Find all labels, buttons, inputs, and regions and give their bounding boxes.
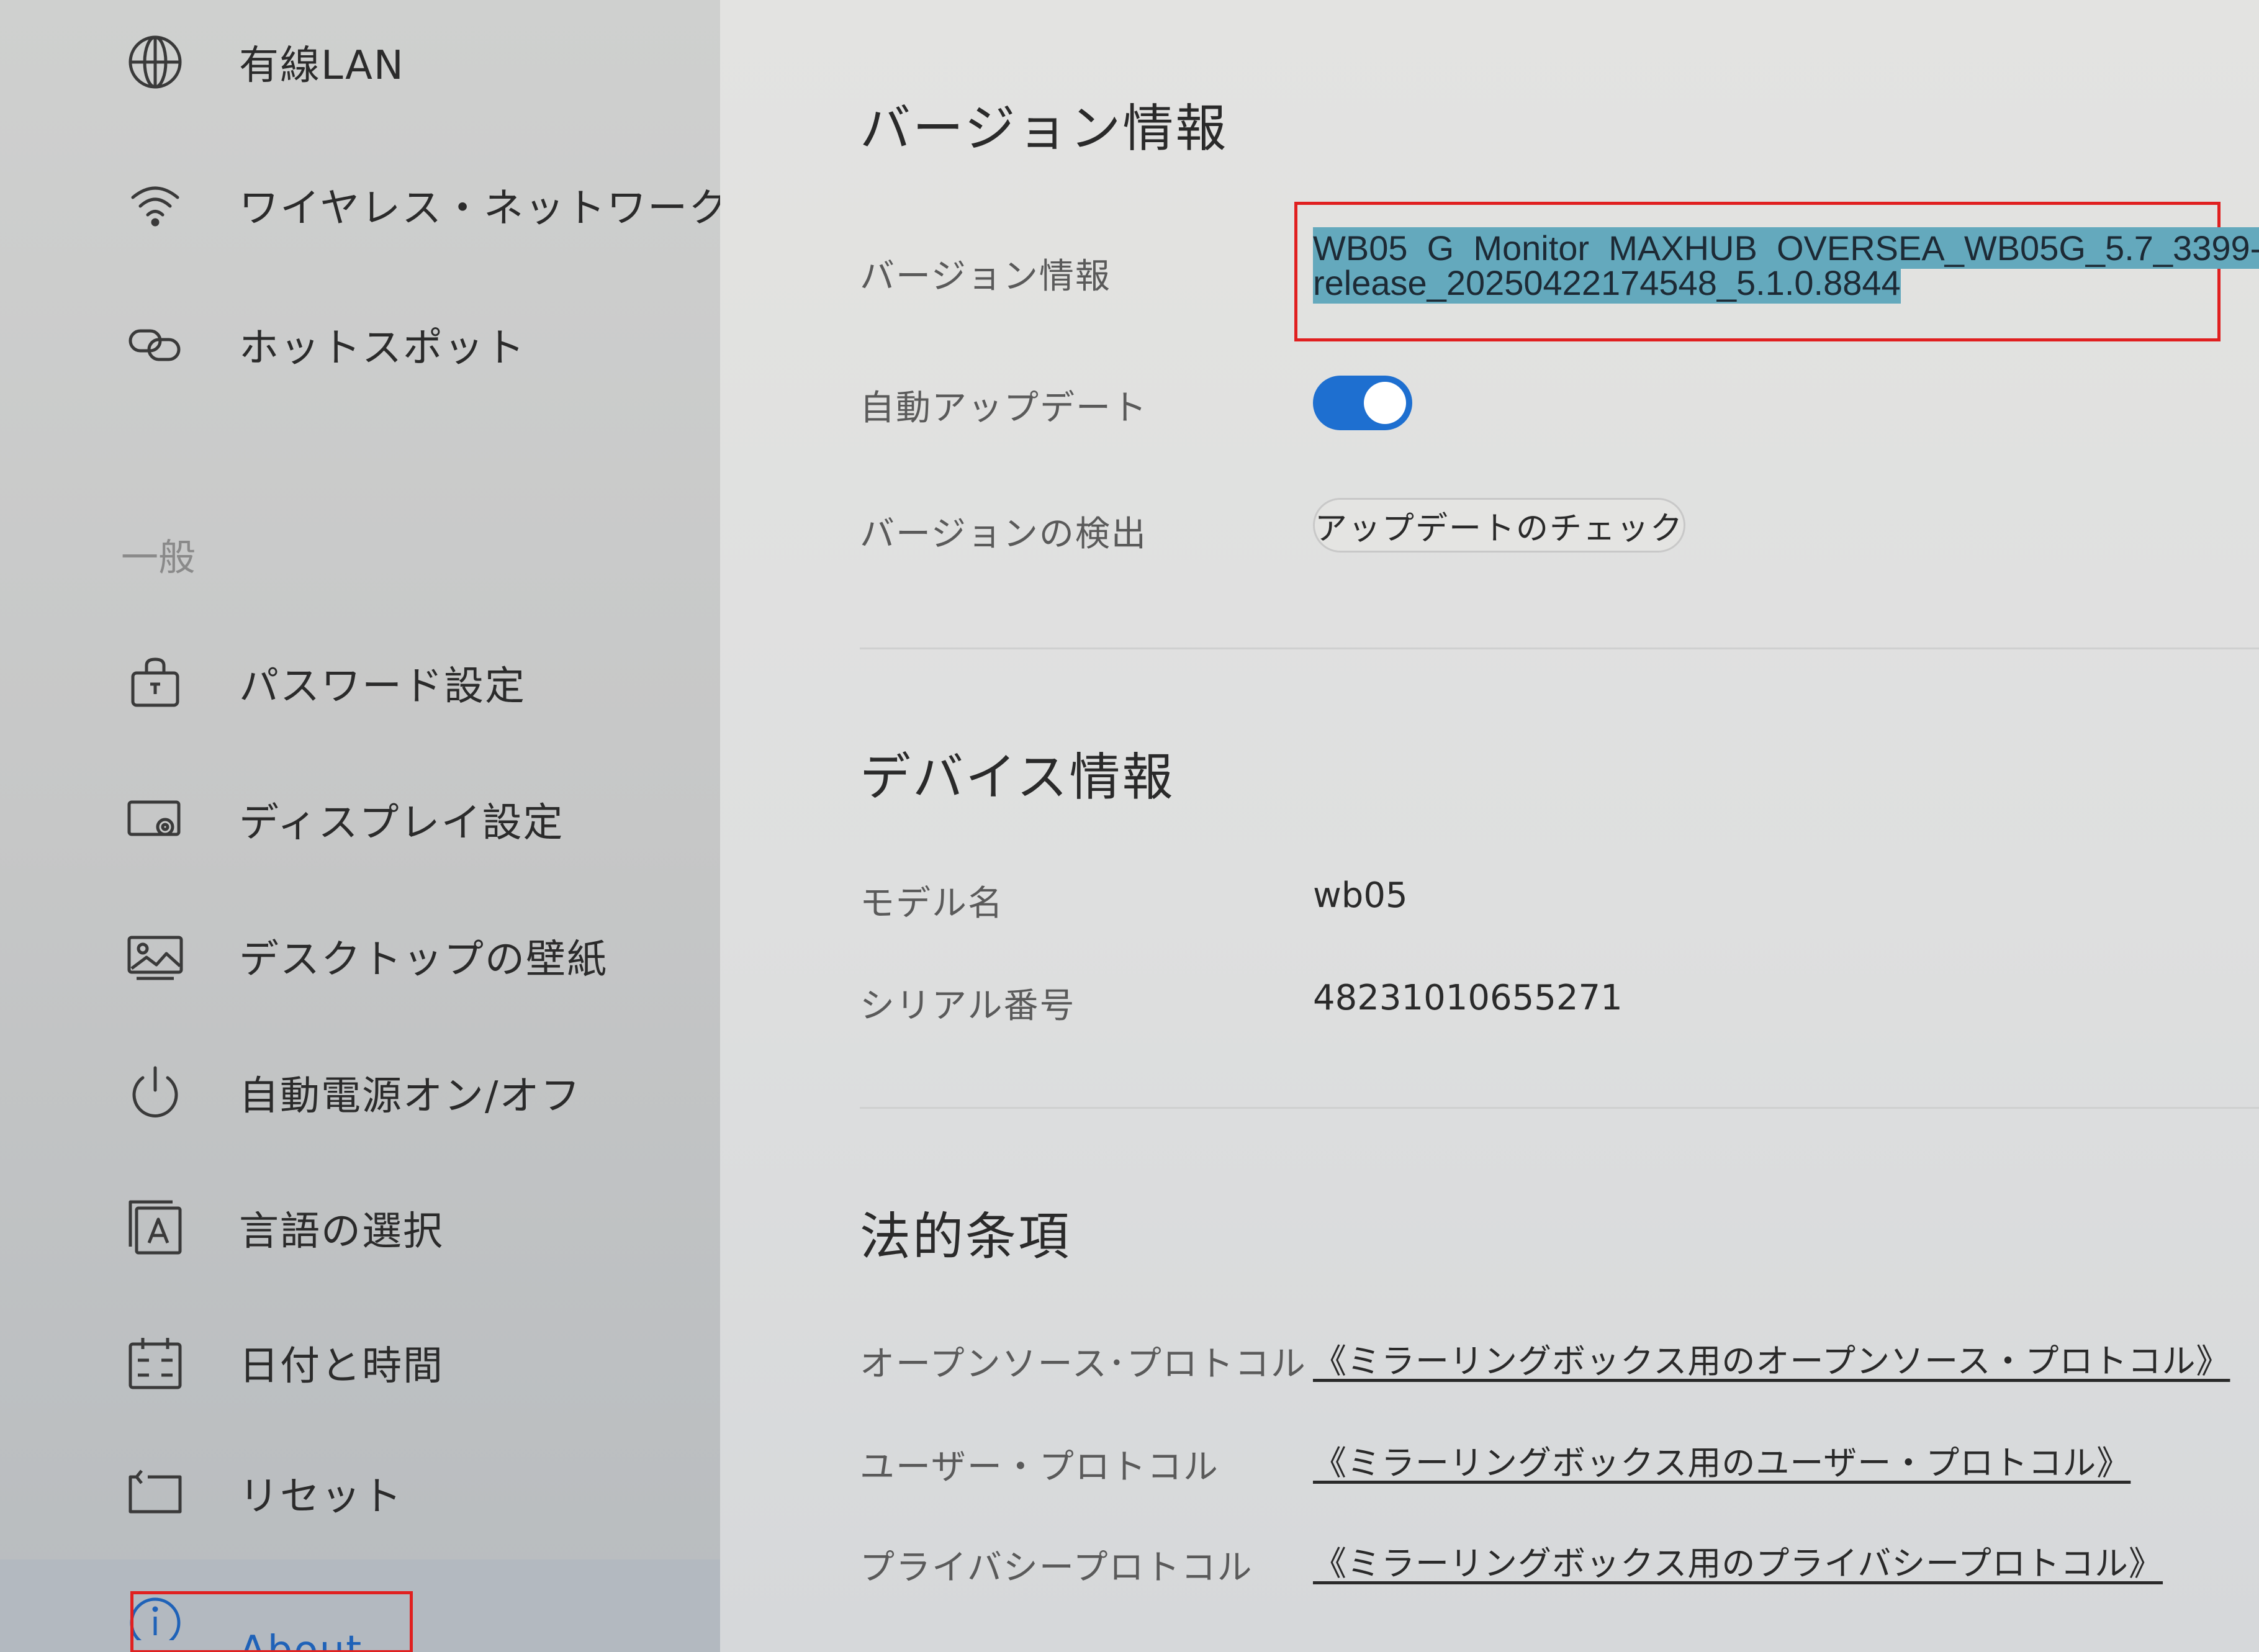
annotation-box-about [130, 1591, 413, 1652]
sidebar-item-label: 言語の選択 [239, 1209, 444, 1255]
version-label: バージョン情報 [860, 256, 1111, 297]
sidebar-item-date-time[interactable]: 日付と時間 [124, 1307, 720, 1419]
sidebar-item-wireless-network[interactable]: ワイヤレス・ネットワーク [124, 149, 728, 261]
sidebar-item-wired-lan[interactable]: 有線LAN [124, 6, 720, 118]
sidebar-item-label: リセット [239, 1474, 403, 1520]
model-value: wb05 [1313, 875, 1408, 916]
globe-icon [124, 31, 186, 93]
sidebar: 有線LAN ワイヤレス・ネットワーク ホットスポット 一般 パスワード設定 ディ… [0, 0, 728, 1652]
section-title-version: バージョン情報 [860, 99, 1229, 158]
section-title-legal: 法的条項 [860, 1207, 1071, 1266]
language-icon [124, 1197, 186, 1259]
wallpaper-icon [124, 925, 186, 987]
sidebar-item-display[interactable]: ディスプレイ設定 [124, 764, 720, 875]
user-protocol-link[interactable]: 《ミラーリングボックス用のユーザー・プロトコル》 [1313, 1435, 2130, 1484]
privacy-protocol-label: プライバシープロトコル [860, 1548, 1253, 1588]
lock-icon [124, 652, 186, 714]
user-protocol-label: ユーザー・プロトコル [860, 1447, 1219, 1487]
section-label-general: 一般 [121, 536, 196, 580]
open-source-label: オープンソース･プロトコル [860, 1344, 1307, 1384]
sidebar-item-label: ワイヤレス・ネットワーク [239, 186, 730, 232]
sidebar-item-auto-power[interactable]: 自動電源オン/オフ [124, 1037, 720, 1149]
version-value[interactable]: WB05_G_Monitor_MAXHUB_OVERSEA_WB05G_5.7_… [1313, 227, 2259, 304]
sidebar-item-reset[interactable]: リセット [124, 1437, 720, 1549]
privacy-protocol-link[interactable]: 《ミラーリングボックス用のプライバシープロトコル》 [1313, 1536, 2163, 1585]
display-settings-icon [124, 788, 186, 851]
sidebar-item-wallpaper[interactable]: デスクトップの壁紙 [124, 900, 720, 1012]
open-source-link[interactable]: 《ミラーリングボックス用のオープンソース・プロトコル》 [1313, 1334, 2230, 1383]
divider [860, 1107, 2259, 1109]
divider [860, 648, 2259, 649]
hotspot-icon [124, 314, 186, 376]
version-detect-label: バージョンの検出 [860, 514, 1147, 554]
check-update-button[interactable]: アップデートのチェック [1313, 498, 1685, 553]
sidebar-item-label: ホットスポット [239, 325, 526, 371]
sidebar-item-hotspot[interactable]: ホットスポット [124, 289, 720, 400]
power-icon [124, 1062, 186, 1124]
calendar-icon [124, 1332, 186, 1394]
sidebar-item-label: デスクトップの壁紙 [239, 937, 608, 983]
sidebar-item-password[interactable]: パスワード設定 [124, 627, 720, 739]
toggle-knob [1364, 382, 1406, 424]
sidebar-item-label: 有線LAN [239, 43, 405, 89]
version-line-2: release_20250422174548_5.1.0.8844 [1313, 262, 1901, 304]
settings-screen: 有線LAN ワイヤレス・ネットワーク ホットスポット 一般 パスワード設定 ディ… [0, 0, 2259, 1652]
sidebar-item-label: パスワード設定 [239, 664, 526, 710]
wifi-icon [124, 174, 186, 236]
sidebar-item-language[interactable]: 言語の選択 [124, 1172, 720, 1284]
auto-update-toggle[interactable] [1313, 376, 1412, 430]
sidebar-item-label: ディスプレイ設定 [239, 800, 564, 846]
reset-icon [124, 1462, 186, 1524]
serial-value: 48231010655271 [1313, 978, 1623, 1018]
sidebar-item-label: 日付と時間 [239, 1343, 444, 1389]
sidebar-item-label: 自動電源オン/オフ [239, 1073, 582, 1119]
section-title-device: デバイス情報 [860, 748, 1175, 807]
auto-update-label: 自動アップデート [860, 388, 1148, 428]
main-content: バージョン情報 バージョン情報 WB05_G_Monitor_MAXHUB_OV… [720, 0, 2259, 1652]
model-label: モデル名 [860, 883, 1004, 924]
serial-label: シリアル番号 [860, 986, 1076, 1026]
